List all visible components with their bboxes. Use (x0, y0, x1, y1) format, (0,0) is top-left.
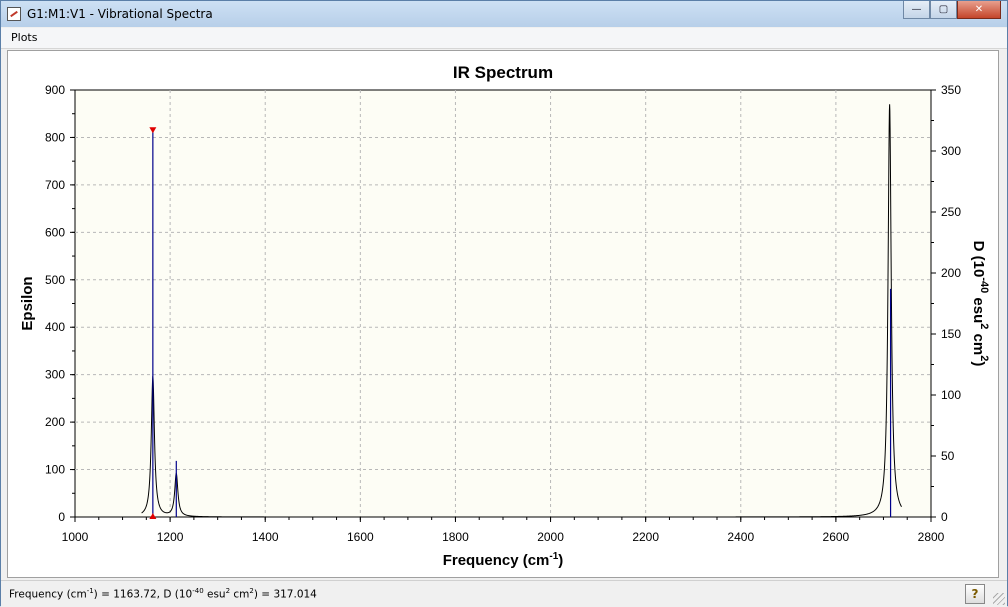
y2-tick-label: 200 (941, 266, 961, 280)
y2-tick-label: 100 (941, 388, 961, 402)
y2-tick-label: 250 (941, 205, 961, 219)
help-button[interactable]: ? (965, 584, 985, 604)
y2-tick-label: 150 (941, 327, 961, 341)
x-tick-label: 2400 (727, 530, 754, 544)
y2-tick-label: 300 (941, 144, 961, 158)
y-tick-label: 0 (58, 510, 65, 524)
status-esu: esu (203, 588, 226, 601)
status-freq-prefix: Frequency (cm (9, 588, 87, 601)
y-tick-label: 900 (45, 83, 65, 97)
y-tick-label: 300 (45, 368, 65, 382)
window-title: G1:M1:V1 - Vibrational Spectra (27, 7, 213, 21)
maximize-button[interactable]: ▢ (930, 1, 957, 19)
chart-title: IR Spectrum (453, 63, 553, 82)
vibrational-spectra-window: G1:M1:V1 - Vibrational Spectra — ▢ ✕ Plo… (0, 0, 1008, 607)
status-d-sup: -40 (192, 587, 204, 595)
x-tick-label: 2200 (632, 530, 659, 544)
x-axis-label: Frequency (cm-1) (443, 551, 564, 569)
app-icon (7, 7, 21, 21)
minimize-button[interactable]: — (903, 1, 930, 19)
title-bar[interactable]: G1:M1:V1 - Vibrational Spectra — ▢ ✕ (1, 1, 1007, 27)
y-tick-label: 100 (45, 463, 65, 477)
x-tick-label: 1400 (252, 530, 279, 544)
x-tick-label: 1600 (347, 530, 374, 544)
y2-tick-label: 350 (941, 83, 961, 97)
x-tick-label: 1200 (157, 530, 184, 544)
plot-background (74, 89, 932, 518)
x-tick-label: 1000 (62, 530, 89, 544)
x-tick-label: 2000 (537, 530, 564, 544)
y2-tick-label: 0 (941, 510, 948, 524)
status-bar: Frequency (cm-1) = 1163.72, D (10-40 esu… (1, 580, 1007, 607)
y2-tick-label: 50 (941, 449, 955, 463)
y-tick-label: 800 (45, 130, 65, 144)
window-controls: — ▢ ✕ (903, 1, 1001, 21)
x-tick-label: 1800 (442, 530, 469, 544)
selected-peak-readout: Frequency (cm-1) = 1163.72, D (10-40 esu… (9, 587, 317, 601)
plot-area[interactable]: IR Spectrum 1000 1200 1400 1600 1800 2000 2200 2… (7, 50, 999, 578)
y-axis-label: Epsilon (19, 276, 36, 330)
x-tick-label: 2600 (823, 530, 850, 544)
y-tick-label: 200 (45, 415, 65, 429)
y-tick-label: 700 (45, 178, 65, 192)
status-cm: cm (230, 588, 250, 601)
status-freq-value: ) = 1163.72, D (10 (93, 588, 193, 601)
close-button[interactable]: ✕ (957, 1, 1001, 19)
status-freq-sup: -1 (86, 587, 94, 595)
status-d-value: ) = 317.014 (253, 588, 317, 601)
ir-spectrum-chart[interactable]: IR Spectrum1000 1200 1400 1600 1800 2000 2200 2… (8, 51, 998, 577)
y-tick-label: 400 (45, 320, 65, 334)
resize-grip[interactable] (993, 593, 1005, 605)
menu-bar: Plots (1, 28, 1007, 49)
menu-plots[interactable]: Plots (11, 31, 37, 44)
y2-axis-label: D (10-40 esu2 cm2) (970, 241, 990, 367)
y-tick-label: 500 (45, 273, 65, 287)
x-tick-label: 2800 (918, 530, 945, 544)
y-tick-label: 600 (45, 225, 65, 239)
